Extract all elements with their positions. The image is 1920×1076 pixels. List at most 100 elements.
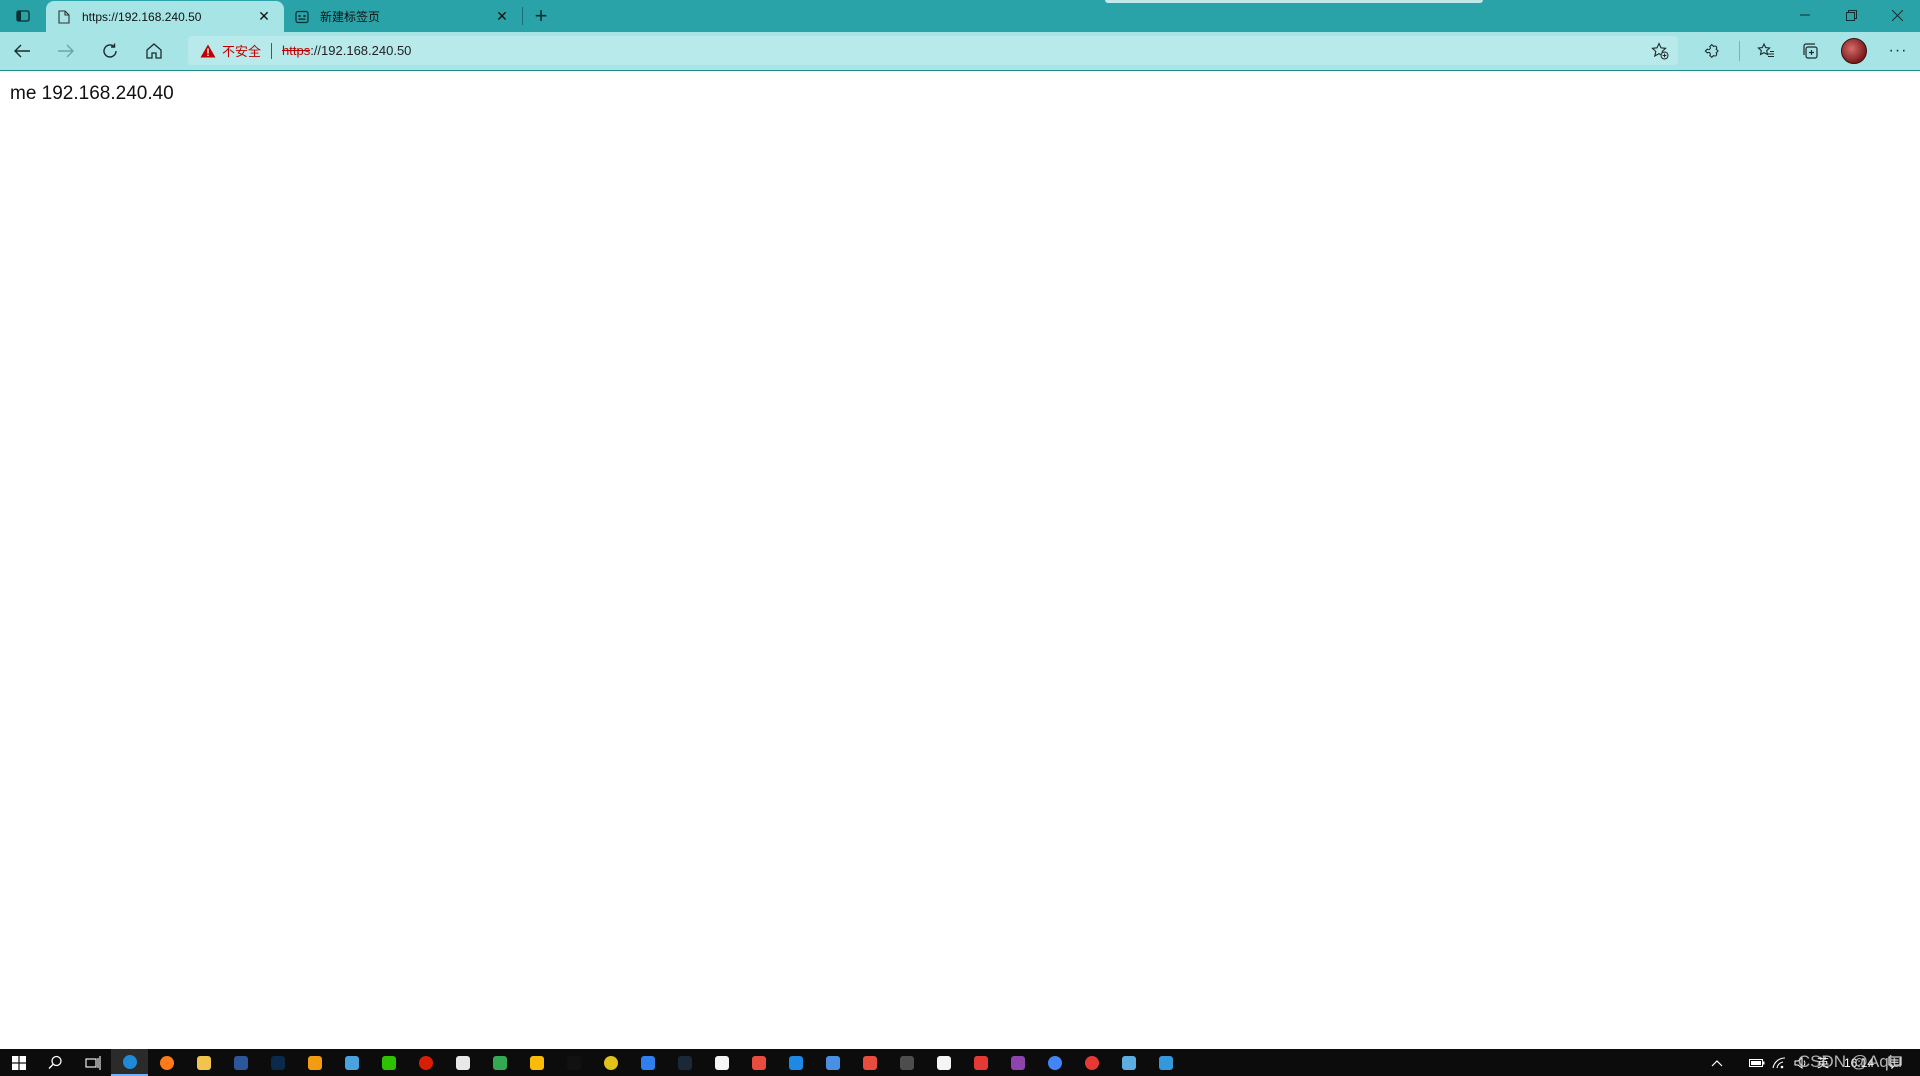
close-tab-icon[interactable]: ✕ bbox=[492, 7, 512, 27]
close-window-button[interactable] bbox=[1874, 0, 1920, 30]
tab-title: https://192.168.240.50 bbox=[82, 9, 202, 24]
xshell-icon bbox=[862, 1055, 877, 1070]
winrar-icon bbox=[1010, 1055, 1025, 1070]
taskbar-app-remote-desktop[interactable] bbox=[333, 1049, 370, 1076]
edge-icon bbox=[122, 1054, 137, 1069]
v2ray-icon bbox=[825, 1055, 840, 1070]
taskbar-app-chrome-like[interactable] bbox=[518, 1049, 555, 1076]
search-icon bbox=[48, 1055, 62, 1069]
address-bar[interactable]: 不安全 https://192.168.240.50 bbox=[188, 36, 1678, 65]
qq-icon bbox=[566, 1055, 581, 1070]
minimize-button[interactable] bbox=[1782, 0, 1828, 30]
taskbar-app-notepad[interactable] bbox=[703, 1049, 740, 1076]
refresh-button[interactable] bbox=[88, 34, 132, 68]
taskbar-app-screen-recorder[interactable] bbox=[1073, 1049, 1110, 1076]
taskbar-app-app-orange-square[interactable] bbox=[296, 1049, 333, 1076]
chevron-up-icon bbox=[1711, 1059, 1723, 1066]
tab-current[interactable]: https://192.168.240.50 ✕ bbox=[46, 1, 284, 32]
task-view-icon bbox=[84, 1055, 101, 1070]
app-multicolor-icon bbox=[751, 1055, 766, 1070]
restore-button[interactable] bbox=[1828, 0, 1874, 30]
navigation-toolbar: 不安全 https://192.168.240.50 ··· bbox=[0, 32, 1920, 71]
taskbar-app-play-store[interactable] bbox=[481, 1049, 518, 1076]
watermark: CSDN @Aqiu bbox=[1797, 1052, 1902, 1071]
taskbar-app-file-explorer[interactable] bbox=[185, 1049, 222, 1076]
taskbar-app-app-multicolor[interactable] bbox=[740, 1049, 777, 1076]
taskbar-app-edge[interactable] bbox=[111, 1049, 148, 1076]
address-divider bbox=[271, 42, 273, 59]
page-icon bbox=[56, 9, 72, 25]
arrow-right-icon bbox=[58, 44, 74, 58]
app-orange-square-icon bbox=[307, 1055, 322, 1070]
url-host: ://192.168.240.50 bbox=[310, 43, 412, 58]
search-button[interactable] bbox=[37, 1049, 74, 1076]
page-body-text: me 192.168.240.40 bbox=[10, 83, 174, 104]
taskbar-app-vs-code-insiders[interactable] bbox=[777, 1049, 814, 1076]
steam-icon bbox=[677, 1055, 692, 1070]
home-button[interactable] bbox=[132, 34, 176, 68]
forward-button[interactable] bbox=[44, 34, 88, 68]
tab-new-tab-page[interactable]: 新建标签页 ✕ bbox=[284, 1, 522, 32]
page-content: me 192.168.240.40 bbox=[0, 71, 1920, 1049]
taskbar-app-app-blue-window[interactable] bbox=[1147, 1049, 1184, 1076]
favorites-button[interactable] bbox=[1744, 34, 1788, 68]
taskbar-app-app-blue-wave[interactable] bbox=[629, 1049, 666, 1076]
settings-more-button[interactable]: ··· bbox=[1876, 34, 1920, 68]
app-white-square-icon bbox=[455, 1055, 470, 1070]
collections-icon bbox=[1803, 43, 1818, 59]
back-button[interactable] bbox=[0, 34, 44, 68]
url-text[interactable]: https://192.168.240.50 bbox=[282, 43, 411, 58]
profile-button[interactable] bbox=[1832, 34, 1876, 68]
taskbar-app-chromium[interactable] bbox=[1036, 1049, 1073, 1076]
battery-icon[interactable] bbox=[1746, 1049, 1768, 1076]
taskbar-app-gns3[interactable] bbox=[888, 1049, 925, 1076]
plus-icon: + bbox=[534, 3, 548, 28]
avatar bbox=[1841, 38, 1867, 64]
app-yellow-circle-icon bbox=[603, 1055, 618, 1070]
tab-actions-button[interactable] bbox=[0, 0, 46, 32]
collections-button[interactable] bbox=[1788, 34, 1832, 68]
taskbar-app-rdp-manager[interactable] bbox=[1110, 1049, 1147, 1076]
not-secure-label: 不安全 bbox=[222, 44, 262, 59]
taskbar-app-photoshop[interactable] bbox=[259, 1049, 296, 1076]
remote-desktop-icon bbox=[344, 1055, 359, 1070]
taskbar-app-steam[interactable] bbox=[666, 1049, 703, 1076]
firefox-icon bbox=[159, 1055, 174, 1070]
wifi-icon[interactable] bbox=[1768, 1049, 1790, 1076]
typora-icon bbox=[936, 1055, 951, 1070]
minimize-icon bbox=[1800, 14, 1810, 16]
taskbar-app-v2ray[interactable] bbox=[814, 1049, 851, 1076]
tab-title: 新建标签页 bbox=[320, 10, 381, 24]
taskbar-app-netease-music[interactable] bbox=[407, 1049, 444, 1076]
new-tab-button[interactable]: + bbox=[523, 0, 559, 32]
xmind-icon bbox=[973, 1055, 988, 1070]
taskbar-apps bbox=[111, 1049, 1184, 1076]
url-scheme: https bbox=[282, 43, 311, 58]
app-blue-window-icon bbox=[1158, 1055, 1173, 1070]
favorites-icon bbox=[1757, 42, 1774, 58]
taskbar-app-word[interactable] bbox=[222, 1049, 259, 1076]
taskbar-app-xmind[interactable] bbox=[962, 1049, 999, 1076]
taskbar-app-app-white-square[interactable] bbox=[444, 1049, 481, 1076]
show-hidden-icons-button[interactable] bbox=[1706, 1049, 1728, 1076]
taskbar-app-typora[interactable] bbox=[925, 1049, 962, 1076]
security-indicator[interactable]: 不安全 bbox=[188, 41, 271, 60]
puzzle-icon bbox=[1704, 43, 1719, 59]
toolbar-divider bbox=[1739, 41, 1740, 61]
add-favorite-button[interactable] bbox=[1650, 41, 1670, 61]
close-tab-icon[interactable]: ✕ bbox=[254, 7, 274, 27]
taskbar-app-firefox[interactable] bbox=[148, 1049, 185, 1076]
taskbar: 英 16:14 CSDN @Aqiu bbox=[0, 1049, 1920, 1076]
new-tab-page-icon bbox=[294, 9, 310, 25]
home-icon bbox=[146, 43, 162, 59]
start-button[interactable] bbox=[0, 1049, 37, 1076]
taskbar-app-winrar[interactable] bbox=[999, 1049, 1036, 1076]
task-view-button[interactable] bbox=[74, 1049, 111, 1076]
chrome-like-icon bbox=[529, 1055, 544, 1070]
taskbar-app-app-yellow-circle[interactable] bbox=[592, 1049, 629, 1076]
taskbar-app-xshell[interactable] bbox=[851, 1049, 888, 1076]
extensions-button[interactable] bbox=[1691, 34, 1735, 68]
taskbar-app-qq[interactable] bbox=[555, 1049, 592, 1076]
taskbar-app-wechat[interactable] bbox=[370, 1049, 407, 1076]
chromium-icon bbox=[1047, 1055, 1062, 1070]
